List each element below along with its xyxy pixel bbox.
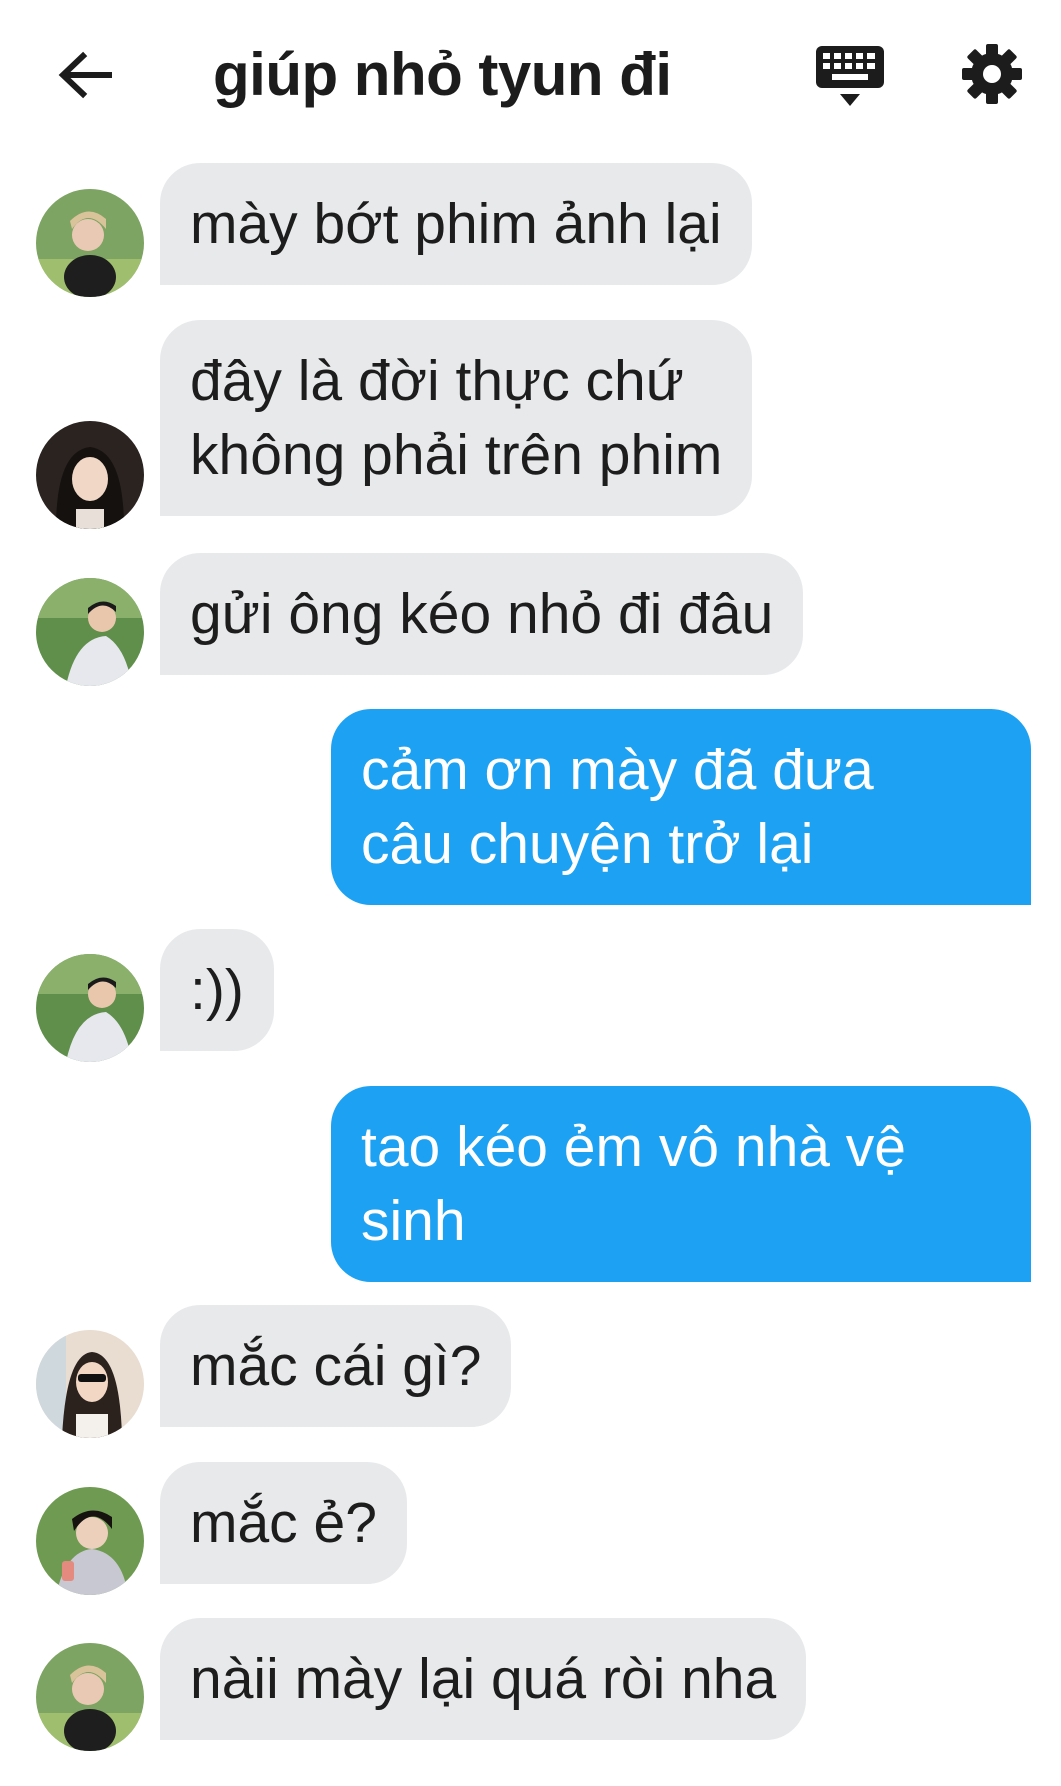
arrow-left-icon (58, 51, 112, 99)
message-bubble-incoming[interactable]: nàii mày lại quá ròi nha (160, 1618, 807, 1740)
message-bubble-incoming[interactable]: gửi ông kéo nhỏ đi đâu (160, 553, 804, 675)
avatar[interactable] (36, 189, 144, 297)
keyboard-icon (816, 46, 884, 106)
avatar-photo (36, 1643, 144, 1751)
message-bubble-outgoing[interactable]: cảm ơn mày đã đưa câu chuyện trở lại (331, 709, 1031, 905)
avatar[interactable] (36, 578, 144, 686)
back-button[interactable] (50, 40, 120, 110)
gear-icon (962, 44, 1022, 104)
avatar-photo (36, 578, 144, 686)
message-bubble-incoming[interactable]: mắc ẻ? (160, 1462, 407, 1584)
message-bubble-outgoing[interactable]: tao kéo ẻm vô nhà vệ sinh (331, 1086, 1031, 1282)
avatar[interactable] (36, 1330, 144, 1438)
avatar[interactable] (36, 421, 144, 529)
avatar[interactable] (36, 954, 144, 1062)
avatar-photo (36, 1487, 144, 1595)
chat-title: giúp nhỏ tyun đi (213, 41, 672, 108)
settings-button[interactable] (960, 42, 1030, 112)
avatar-photo (36, 954, 144, 1062)
message-bubble-incoming[interactable]: mày bớt phim ảnh lại (160, 163, 752, 285)
avatar[interactable] (36, 1487, 144, 1595)
chat-header: giúp nhỏ tyun đi (0, 0, 1061, 150)
message-bubble-incoming[interactable]: :)) (160, 929, 274, 1051)
avatar-photo (36, 189, 144, 297)
message-bubble-incoming[interactable]: mắc cái gì? (160, 1305, 512, 1427)
keyboard-button[interactable] (810, 42, 890, 112)
message-bubble-incoming[interactable]: đây là đời thực chứ không phải trên phim (160, 320, 753, 516)
avatar[interactable] (36, 1643, 144, 1751)
avatar-photo (36, 421, 144, 529)
avatar-photo (36, 1330, 144, 1438)
